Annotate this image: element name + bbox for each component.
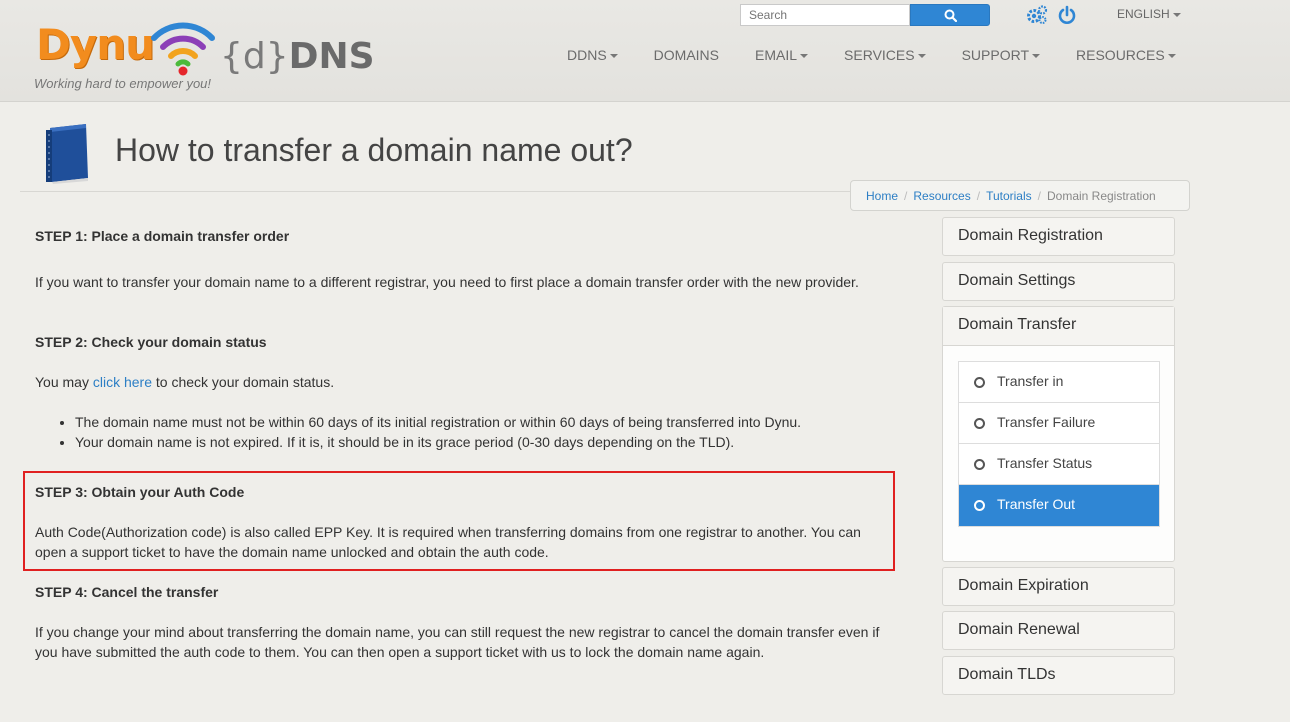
step2-heading: STEP 2: Check your domain status	[35, 334, 267, 350]
transfer-sub-menu: Transfer in Transfer Failure Transfer St…	[958, 361, 1160, 527]
step1-heading: STEP 1: Place a domain transfer order	[35, 228, 290, 244]
breadcrumb-tutorials[interactable]: Tutorials	[986, 189, 1032, 203]
list-item: Your domain name is not expired. If it i…	[75, 432, 885, 452]
breadcrumb-resources[interactable]: Resources	[913, 189, 970, 203]
logo-product: {d}DNS	[220, 36, 375, 77]
breadcrumb-separator: /	[904, 189, 908, 203]
breadcrumb: Home / Resources / Tutorials / Domain Re…	[850, 180, 1190, 211]
circle-icon	[974, 459, 985, 470]
chevron-down-icon	[609, 54, 618, 59]
breadcrumb-separator: /	[976, 189, 981, 203]
chevron-down-icon	[917, 54, 926, 59]
site-header: Dynu {d}DNS Working hard to empower you!	[0, 0, 1290, 102]
search-icon	[944, 9, 957, 22]
circle-icon	[974, 418, 985, 429]
logo-tagline: Working hard to empower you!	[34, 76, 212, 91]
step3-highlight-box	[23, 471, 895, 571]
sidebar-subitem-transfer-in[interactable]: Transfer in	[959, 362, 1159, 403]
chevron-down-icon	[1032, 54, 1041, 59]
check-status-link[interactable]: click here	[93, 374, 152, 390]
dynu-logo[interactable]: Dynu {d}DNS Working hard to empower you!	[34, 14, 375, 94]
sidebar-group-domain-transfer: Domain Transfer Transfer in Transfer Fai…	[942, 306, 1175, 562]
sidebar-item-domain-expiration[interactable]: Domain Expiration	[942, 567, 1175, 606]
wifi-logo-icon	[151, 22, 215, 76]
settings-gears-icon[interactable]	[1026, 5, 1048, 25]
nav-resources[interactable]: RESOURCES	[1058, 47, 1194, 63]
breadcrumb-separator: /	[1037, 189, 1041, 203]
circle-icon	[974, 500, 985, 511]
nav-support[interactable]: SUPPORT	[944, 47, 1058, 63]
step4-text: If you change your mind about transferri…	[35, 624, 880, 660]
sidebar-item-domain-registration[interactable]: Domain Registration	[942, 217, 1175, 256]
circle-icon	[974, 377, 985, 388]
main-nav: DDNS DOMAINS EMAIL SERVICES SUPPORT RESO…	[549, 47, 1194, 63]
power-icon[interactable]	[1058, 5, 1076, 25]
sidebar-subitem-transfer-status[interactable]: Transfer Status	[959, 444, 1159, 485]
nav-domains[interactable]: DOMAINS	[636, 47, 737, 63]
sidebar-subitem-transfer-failure[interactable]: Transfer Failure	[959, 403, 1159, 444]
nav-services[interactable]: SERVICES	[826, 47, 944, 63]
requirements-list: The domain name must not be within 60 da…	[75, 412, 885, 452]
nav-email[interactable]: EMAIL	[737, 47, 826, 63]
sidebar-item-domain-transfer[interactable]: Domain Transfer	[943, 307, 1174, 346]
page-title-area: How to transfer a domain name out?	[20, 102, 1190, 192]
language-selector[interactable]: ENGLISH	[1117, 7, 1181, 21]
breadcrumb-home[interactable]: Home	[866, 189, 898, 203]
sidebar-item-domain-settings[interactable]: Domain Settings	[942, 262, 1175, 301]
search-input[interactable]	[740, 4, 910, 26]
chevron-down-icon	[800, 54, 809, 59]
account-icons	[1026, 5, 1076, 25]
nav-ddns[interactable]: DDNS	[549, 47, 636, 63]
list-item: The domain name must not be within 60 da…	[75, 412, 885, 432]
page-title: How to transfer a domain name out?	[115, 132, 633, 168]
step2-text: You may click here to check your domain …	[35, 374, 335, 390]
sidebar-subitem-transfer-out[interactable]: Transfer Out	[959, 485, 1159, 526]
chevron-down-icon	[1167, 54, 1176, 59]
step4-heading: STEP 4: Cancel the transfer	[35, 584, 219, 600]
logo-brand: Dynu	[36, 20, 155, 69]
step1-text: If you want to transfer your domain name…	[35, 274, 859, 290]
search-button[interactable]	[910, 4, 990, 26]
sidebar-item-domain-tlds[interactable]: Domain TLDs	[942, 656, 1175, 695]
chevron-down-icon	[1172, 12, 1181, 17]
sidebar-item-domain-renewal[interactable]: Domain Renewal	[942, 611, 1175, 650]
breadcrumb-current: Domain Registration	[1046, 189, 1156, 203]
notebook-icon	[46, 124, 88, 184]
